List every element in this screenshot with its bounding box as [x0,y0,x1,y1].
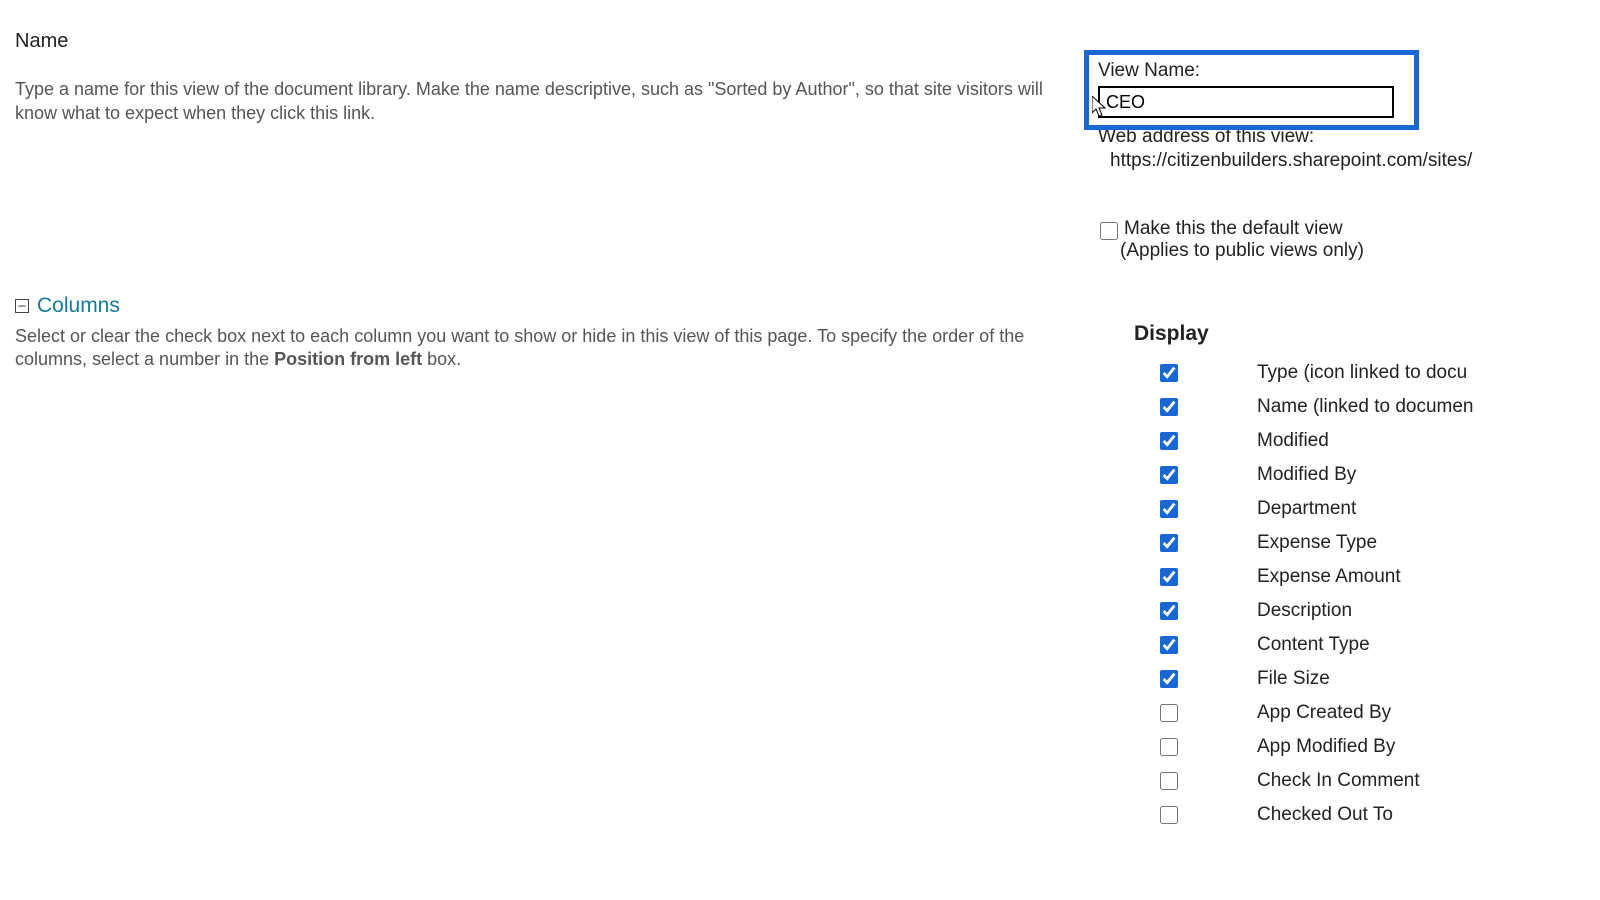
column-label: Expense Type [1257,532,1377,554]
column-display-checkbox[interactable] [1160,364,1178,382]
column-display-checkbox[interactable] [1160,772,1178,790]
column-row: App Modified By [1134,730,1594,764]
column-row: Description [1134,594,1594,628]
column-display-checkbox[interactable] [1160,670,1178,688]
column-display-checkbox[interactable] [1160,500,1178,518]
column-row: Expense Type [1134,526,1594,560]
column-row: Checked Out To [1134,798,1594,832]
column-row: Type (icon linked to docu [1134,356,1594,390]
column-display-checkbox[interactable] [1160,432,1178,450]
column-label: Type (icon linked to docu [1257,362,1467,384]
web-address-url: https://citizenbuilders.sharepoint.com/s… [1110,150,1568,172]
column-label: Modified By [1257,464,1356,486]
column-label: App Created By [1257,702,1391,724]
column-row: File Size [1134,662,1594,696]
column-label: App Modified By [1257,736,1395,758]
columns-section-description: Select or clear the check box next to ea… [15,325,1035,372]
column-row: Modified [1134,424,1594,458]
column-display-checkbox[interactable] [1160,704,1178,722]
default-view-label: Make this the default view [1124,218,1343,240]
column-display-checkbox[interactable] [1160,568,1178,586]
column-display-checkbox[interactable] [1160,738,1178,756]
default-view-checkbox[interactable] [1100,222,1118,240]
columns-list: Type (icon linked to docu Name (linked to… [1134,356,1594,832]
column-row: App Created By [1134,696,1594,730]
column-display-checkbox[interactable] [1160,636,1178,654]
column-label: Name (linked to documen [1257,396,1474,418]
columns-desc-post: box. [422,349,461,369]
column-row: Check In Comment [1134,764,1594,798]
display-column-header: Display [1134,322,1594,346]
column-row: Modified By [1134,458,1594,492]
column-label: File Size [1257,668,1330,690]
columns-section-title[interactable]: Columns [37,294,120,318]
column-display-checkbox[interactable] [1160,602,1178,620]
name-section-description: Type a name for this view of the documen… [15,77,1075,126]
column-display-checkbox[interactable] [1160,398,1178,416]
column-row: Name (linked to documen [1134,390,1594,424]
column-row: Content Type [1134,628,1594,662]
column-label: Description [1257,600,1352,622]
column-display-checkbox[interactable] [1160,466,1178,484]
column-label: Checked Out To [1257,804,1393,826]
columns-desc-bold: Position from left [274,349,422,369]
view-name-label: View Name: [1098,60,1568,82]
columns-desc-pre: Select or clear the check box next to ea… [15,326,1024,369]
column-label: Expense Amount [1257,566,1401,588]
collapse-icon[interactable]: − [15,299,29,313]
view-name-input[interactable] [1098,86,1394,118]
column-label: Department [1257,498,1356,520]
web-address-label: Web address of this view: [1098,126,1568,148]
column-row: Expense Amount [1134,560,1594,594]
default-view-note: (Applies to public views only) [1120,240,1568,262]
column-label: Check In Comment [1257,770,1420,792]
column-label: Content Type [1257,634,1370,656]
column-display-checkbox[interactable] [1160,806,1178,824]
name-section-title: Name [15,30,1075,53]
column-display-checkbox[interactable] [1160,534,1178,552]
column-label: Modified [1257,430,1329,452]
column-row: Department [1134,492,1594,526]
